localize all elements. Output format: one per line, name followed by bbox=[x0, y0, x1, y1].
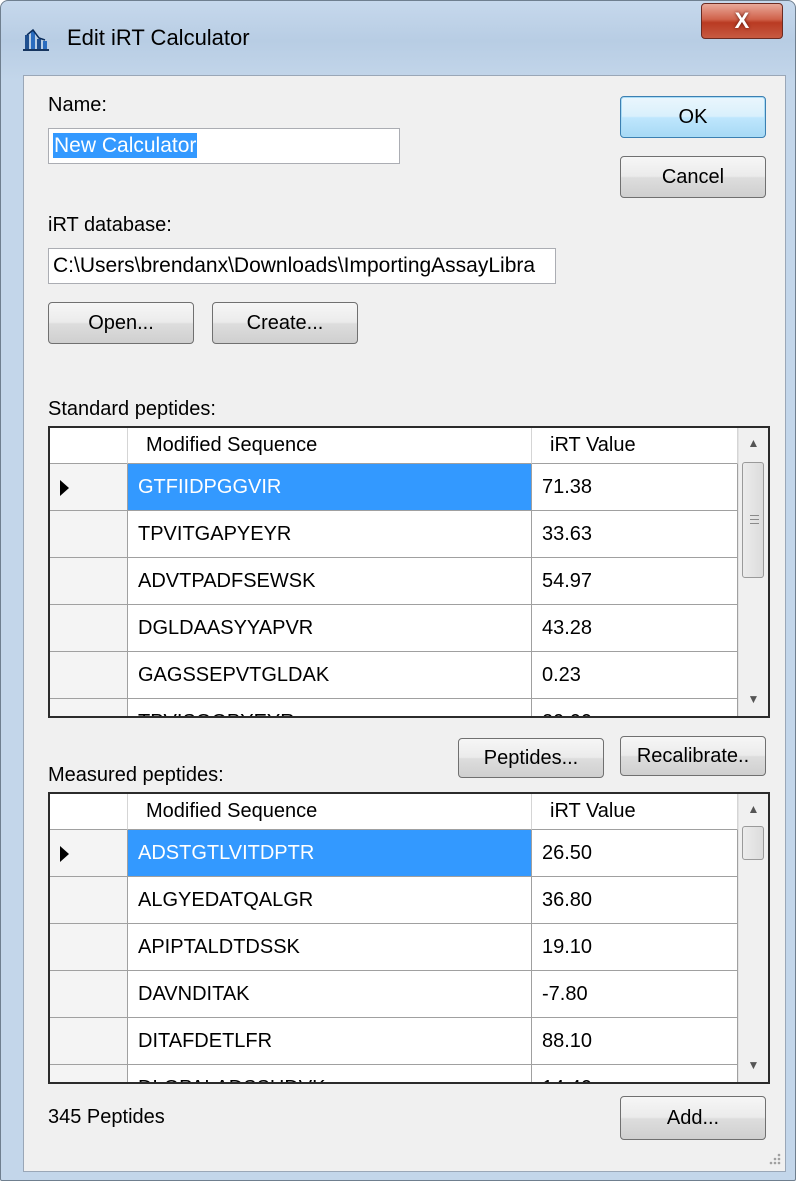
measured-peptides-grid[interactable]: Modified Sequence iRT Value ADSTGTLVITDP… bbox=[48, 792, 770, 1084]
irt-value-cell[interactable]: 71.38 bbox=[532, 464, 738, 511]
irt-value-cell[interactable]: 26.50 bbox=[532, 830, 738, 877]
peptides-button[interactable]: Peptides... bbox=[458, 738, 604, 778]
modified-sequence-cell[interactable]: DAVNDITAK bbox=[128, 971, 532, 1018]
name-input-value: New Calculator bbox=[53, 133, 198, 158]
scroll-down-arrow-icon[interactable]: ▼ bbox=[739, 1050, 768, 1080]
irt-value-cell[interactable]: 29.00 bbox=[532, 699, 738, 716]
current-row-arrow-icon bbox=[60, 846, 69, 862]
modified-sequence-cell[interactable]: GTFIIDPGGVIR bbox=[128, 464, 532, 511]
modified-sequence-cell[interactable]: ADSTGTLVITDPTR bbox=[128, 830, 532, 877]
row-header[interactable] bbox=[50, 558, 128, 605]
name-input[interactable]: New Calculator bbox=[48, 128, 400, 164]
irt-value-cell[interactable]: 54.97 bbox=[532, 558, 738, 605]
table-row[interactable]: DGLDAASYYAPVR 43.28 bbox=[50, 605, 738, 652]
measured-grid-body: ADSTGTLVITDPTR 26.50 ALGYEDATQALGR 36.80… bbox=[50, 830, 738, 1082]
modified-sequence-cell[interactable]: DGLDAASYYAPVR bbox=[128, 605, 532, 652]
ok-button[interactable]: OK bbox=[620, 96, 766, 138]
column-header-irt-value[interactable]: iRT Value bbox=[532, 794, 738, 830]
row-header[interactable] bbox=[50, 605, 128, 652]
create-button[interactable]: Create... bbox=[212, 302, 358, 344]
row-header[interactable] bbox=[50, 1065, 128, 1082]
standard-grid-scrollbar[interactable]: ▲ ▼ bbox=[738, 428, 768, 716]
table-row[interactable]: GAGSSEPVTGLDAK 0.23 bbox=[50, 652, 738, 699]
irt-database-path-field[interactable]: C:\Users\brendanx\Downloads\ImportingAss… bbox=[48, 248, 556, 284]
title-bar[interactable]: Edit iRT Calculator X bbox=[1, 1, 795, 73]
current-row-arrow-icon bbox=[60, 480, 69, 496]
row-header-corner bbox=[50, 794, 128, 830]
table-row[interactable]: ADSTGTLVITDPTR 26.50 bbox=[50, 830, 738, 877]
row-header[interactable] bbox=[50, 511, 128, 558]
modified-sequence-cell[interactable]: TPVISGGPYEYR bbox=[128, 699, 532, 716]
name-label: Name: bbox=[48, 94, 107, 116]
row-header[interactable] bbox=[50, 971, 128, 1018]
scroll-up-arrow-icon[interactable]: ▲ bbox=[739, 428, 768, 458]
modified-sequence-cell[interactable]: ALGYEDATQALGR bbox=[128, 877, 532, 924]
table-row[interactable]: ALGYEDATQALGR 36.80 bbox=[50, 877, 738, 924]
row-header[interactable] bbox=[50, 652, 128, 699]
column-header-modified-sequence[interactable]: Modified Sequence bbox=[128, 794, 532, 830]
measured-grid-scrollbar[interactable]: ▲ ▼ bbox=[738, 794, 768, 1082]
table-row[interactable]: DAVNDITAK -7.80 bbox=[50, 971, 738, 1018]
row-header[interactable] bbox=[50, 924, 128, 971]
table-row[interactable]: GTFIIDPGGVIR 71.38 bbox=[50, 464, 738, 511]
close-icon: X bbox=[734, 8, 750, 33]
column-header-modified-sequence[interactable]: Modified Sequence bbox=[128, 428, 532, 464]
table-row[interactable]: TPVITGAPYEYR 33.63 bbox=[50, 511, 738, 558]
open-button[interactable]: Open... bbox=[48, 302, 194, 344]
modified-sequence-cell[interactable]: APIPTALDTDSSK bbox=[128, 924, 532, 971]
irt-value-cell[interactable]: -7.80 bbox=[532, 971, 738, 1018]
resize-grip-icon[interactable] bbox=[766, 1150, 782, 1166]
scroll-down-arrow-icon[interactable]: ▼ bbox=[739, 684, 768, 714]
irt-value-cell[interactable]: 43.28 bbox=[532, 605, 738, 652]
modified-sequence-cell[interactable]: TPVITGAPYEYR bbox=[128, 511, 532, 558]
scrollbar-thumb[interactable] bbox=[742, 462, 764, 578]
row-header-corner bbox=[50, 428, 128, 464]
irt-value-cell[interactable]: 33.63 bbox=[532, 511, 738, 558]
irt-value-cell[interactable]: 88.10 bbox=[532, 1018, 738, 1065]
modified-sequence-cell[interactable]: ADVTPADFSEWSK bbox=[128, 558, 532, 605]
row-header[interactable] bbox=[50, 699, 128, 716]
standard-peptides-label: Standard peptides: bbox=[48, 398, 216, 420]
table-row[interactable]: DLGPALADSSHDVK 14.40 bbox=[50, 1065, 738, 1082]
irt-value-cell[interactable]: 14.40 bbox=[532, 1065, 738, 1082]
grip-icon bbox=[750, 515, 759, 516]
row-header[interactable] bbox=[50, 830, 128, 877]
dialog-window: Edit iRT Calculator X Name: New Calculat… bbox=[0, 0, 796, 1181]
irt-database-label: iRT database: bbox=[48, 214, 172, 236]
standard-grid-body: GTFIIDPGGVIR 71.38 TPVITGAPYEYR 33.63 AD… bbox=[50, 464, 738, 716]
recalibrate-button[interactable]: Recalibrate.. bbox=[620, 736, 766, 776]
grip-line bbox=[750, 519, 759, 520]
scrollbar-thumb[interactable] bbox=[742, 826, 764, 860]
modified-sequence-cell[interactable]: DITAFDETLFR bbox=[128, 1018, 532, 1065]
peptide-count-label: 345 Peptides bbox=[48, 1106, 165, 1128]
modified-sequence-cell[interactable]: GAGSSEPVTGLDAK bbox=[128, 652, 532, 699]
irt-value-cell[interactable]: 36.80 bbox=[532, 877, 738, 924]
row-header[interactable] bbox=[50, 464, 128, 511]
modified-sequence-cell[interactable]: DLGPALADSSHDVK bbox=[128, 1065, 532, 1082]
measured-peptides-label: Measured peptides: bbox=[48, 764, 224, 786]
table-row[interactable]: DITAFDETLFR 88.10 bbox=[50, 1018, 738, 1065]
irt-value-cell[interactable]: 19.10 bbox=[532, 924, 738, 971]
dialog-client-area: Name: New Calculator OK Cancel iRT datab… bbox=[23, 75, 786, 1172]
irt-value-cell[interactable]: 0.23 bbox=[532, 652, 738, 699]
measured-grid-header: Modified Sequence iRT Value bbox=[50, 794, 738, 830]
table-row[interactable]: ADVTPADFSEWSK 54.97 bbox=[50, 558, 738, 605]
table-row[interactable]: APIPTALDTDSSK 19.10 bbox=[50, 924, 738, 971]
add-button[interactable]: Add... bbox=[620, 1096, 766, 1140]
irt-calculator-icon bbox=[23, 28, 49, 51]
scroll-up-arrow-icon[interactable]: ▲ bbox=[739, 794, 768, 824]
row-header[interactable] bbox=[50, 877, 128, 924]
close-button[interactable]: X bbox=[701, 3, 783, 39]
column-header-irt-value[interactable]: iRT Value bbox=[532, 428, 738, 464]
table-row[interactable]: TPVISGGPYEYR 29.00 bbox=[50, 699, 738, 716]
standard-grid-header: Modified Sequence iRT Value bbox=[50, 428, 738, 464]
standard-peptides-grid[interactable]: Modified Sequence iRT Value GTFIIDPGGVIR… bbox=[48, 426, 770, 718]
cancel-button[interactable]: Cancel bbox=[620, 156, 766, 198]
grip-line bbox=[750, 523, 759, 524]
row-header[interactable] bbox=[50, 1018, 128, 1065]
window-title: Edit iRT Calculator bbox=[67, 25, 250, 50]
